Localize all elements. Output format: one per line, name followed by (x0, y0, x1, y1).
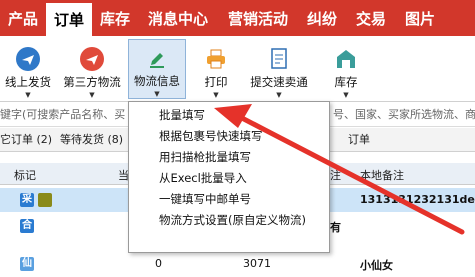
plane-icon (80, 47, 104, 71)
merge-tag-icon: 合 (20, 219, 34, 233)
chevron-down-icon: ▼ (25, 91, 31, 99)
submit-aliexpress-button[interactable]: 提交速卖通 ▼ (246, 39, 312, 99)
nav-products[interactable]: 产品 (0, 0, 46, 36)
cell-value: 3071 (243, 257, 271, 270)
cell-value: 0 (155, 257, 162, 270)
chevron-down-icon: ▼ (154, 90, 160, 98)
tab-awaiting-shipment[interactable]: 等待发货 (8) (60, 128, 123, 151)
local-note: 1313131232131desa (360, 193, 475, 206)
warehouse-icon (334, 47, 358, 71)
local-note: 小仙女 (360, 259, 393, 272)
menu-item-batch-fill[interactable]: 批量填写 (129, 105, 329, 126)
menu-item-scanner-fill[interactable]: 用扫描枪批量填写 (129, 147, 329, 168)
document-icon (267, 47, 291, 71)
inventory-button[interactable]: 库存 ▼ (326, 39, 366, 99)
logistics-info-menu: 批量填写 根据包裹号快速填写 用扫描枪批量填写 从Execl批量导入 一键填写中… (128, 101, 330, 253)
tab-orders[interactable]: 订单 (348, 128, 370, 151)
plane-icon (16, 47, 40, 71)
chevron-down-icon: ▼ (89, 91, 95, 99)
online-ship-button[interactable]: 线上发货 ▼ (2, 39, 54, 99)
printer-icon (204, 47, 228, 71)
app-window: 产品 订单 库存 消息中心 营销活动 纠纷 交易 图片 线上发货 ▼ 第三方物流… (0, 0, 475, 277)
menu-item-logistics-settings[interactable]: 物流方式设置(原自定义物流) (129, 210, 329, 231)
nav-inventory[interactable]: 库存 (92, 0, 138, 36)
col-mark-header[interactable]: 标记 (14, 167, 36, 183)
immortal-tag-icon: 仙 (20, 257, 34, 271)
pencil-icon (145, 48, 169, 70)
nav-messages[interactable]: 消息中心 (138, 0, 218, 36)
nav-transactions[interactable]: 交易 (346, 0, 396, 36)
menu-item-china-post-fill[interactable]: 一键填写中邮单号 (129, 189, 329, 210)
color-flag-icon (38, 193, 52, 207)
top-nav: 产品 订单 库存 消息中心 营销活动 纠纷 交易 图片 (0, 0, 475, 36)
table-row[interactable]: 仙 0 3071 小仙女 (0, 252, 475, 276)
chevron-down-icon: ▼ (276, 91, 282, 99)
chevron-down-icon: ▼ (343, 91, 349, 99)
nav-marketing[interactable]: 营销活动 (218, 0, 298, 36)
cell-value: 有 (330, 221, 341, 234)
nav-disputes[interactable]: 纠纷 (298, 0, 346, 36)
nav-orders[interactable]: 订单 (46, 0, 92, 36)
col-note-header[interactable]: 注 (330, 167, 341, 183)
nav-images[interactable]: 图片 (396, 0, 444, 36)
chevron-down-icon: ▼ (213, 91, 219, 99)
print-button[interactable]: 打印 ▼ (196, 39, 236, 99)
third-party-logistics-button[interactable]: 第三方物流 ▼ (60, 39, 124, 99)
toolbar: 线上发货 ▼ 第三方物流 ▼ 物流信息 ▼ 打印 ▼ 提交速卖通 ▼ 库存 ▼ (0, 36, 475, 102)
menu-item-fill-by-package[interactable]: 根据包裹号快速填写 (129, 126, 329, 147)
logistics-info-button[interactable]: 物流信息 ▼ (128, 39, 186, 99)
col-local-note-header[interactable]: 本地备注 (360, 167, 404, 183)
menu-item-excel-import[interactable]: 从Execl批量导入 (129, 168, 329, 189)
purchase-tag-icon: 采 (20, 193, 34, 207)
tab-other-orders[interactable]: 它订单 (2) (0, 128, 52, 151)
